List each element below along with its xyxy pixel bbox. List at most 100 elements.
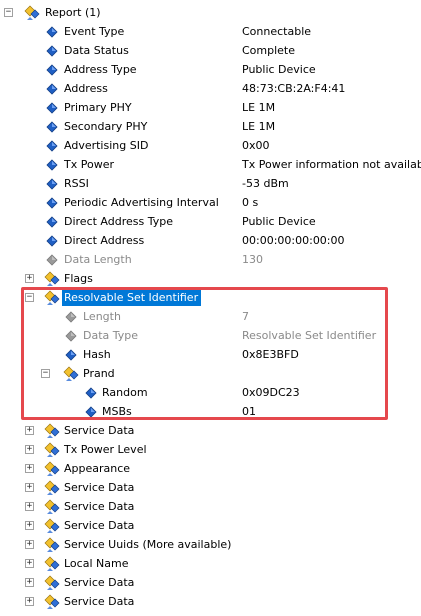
properties-folder-icon <box>44 461 60 477</box>
expand-toggle-icon[interactable]: + <box>25 426 34 435</box>
tree-leaf-row[interactable]: Data Status Complete <box>0 41 421 60</box>
tree-leaf-row[interactable]: Primary PHY LE 1M <box>0 98 421 117</box>
tree-leaf-row[interactable]: Secondary PHY LE 1M <box>0 117 421 136</box>
tree-item-value: 0x8E3BFD <box>242 348 299 361</box>
field-diamond-icon <box>44 119 60 135</box>
tree-item-value: Resolvable Set Identifier <box>242 329 377 342</box>
tree-item-value: Connectable <box>242 25 312 38</box>
field-diamond-icon <box>44 138 60 154</box>
tree-leaf-row[interactable]: Tx Power Tx Power information not availab… <box>0 155 421 174</box>
field-diamond-icon <box>44 233 60 249</box>
tree-leaf-row[interactable]: Hash 0x8E3BFD <box>0 345 421 364</box>
tree-leaf-row[interactable]: Direct Address 00:00:00:00:00:00 <box>0 231 421 250</box>
properties-folder-icon <box>44 480 60 496</box>
field-diamond-icon <box>44 214 60 230</box>
tree-item-label: Service Data <box>64 595 135 608</box>
tree-node-row[interactable]: + Service Data <box>0 497 421 516</box>
tree-item-value: Tx Power information not available <box>242 158 421 171</box>
tree-leaf-row[interactable]: Direct Address Type Public Device <box>0 212 421 231</box>
tree-item-label: Direct Address <box>64 234 145 247</box>
tree-node-row[interactable]: − Prand <box>0 364 421 383</box>
tree-item-label: Address <box>64 82 108 95</box>
properties-folder-icon <box>44 290 60 306</box>
tree-item-label: Event Type <box>64 25 125 38</box>
properties-folder-icon <box>63 366 79 382</box>
properties-folder-icon <box>44 518 60 534</box>
tree-leaf-row[interactable]: Periodic Advertising Interval 0 s <box>0 193 421 212</box>
properties-folder-icon <box>44 271 60 287</box>
tree-node-row[interactable]: + Service Data <box>0 478 421 497</box>
tree-item-label: Service Data <box>64 519 135 532</box>
tree-item-label: Service Data <box>64 424 135 437</box>
tree-item-label: Data Length <box>64 253 132 266</box>
tree-item-label: Service Data <box>64 576 135 589</box>
tree-node-row[interactable]: + Service Data <box>0 516 421 535</box>
properties-folder-icon <box>44 423 60 439</box>
expand-toggle-icon[interactable]: + <box>25 483 34 492</box>
expand-toggle-icon[interactable]: + <box>25 502 34 511</box>
tree-item-value: 01 <box>242 405 256 418</box>
expand-toggle-icon[interactable]: + <box>25 559 34 568</box>
tree-node-row[interactable]: + Appearance <box>0 459 421 478</box>
tree-item-value: 00:00:00:00:00:00 <box>242 234 345 247</box>
tree-item-label: Address Type <box>64 63 137 76</box>
field-diamond-icon <box>44 157 60 173</box>
tree-node-row[interactable]: + Service Data <box>0 421 421 440</box>
expand-toggle-icon[interactable]: + <box>25 597 34 606</box>
tree-item-label: Local Name <box>64 557 129 570</box>
tree-leaf-row[interactable]: Data Type Resolvable Set Identifier <box>0 326 421 345</box>
tree-item-label: MSBs <box>102 405 132 418</box>
tree-item-value: 0x09DC23 <box>242 386 300 399</box>
expand-toggle-icon[interactable]: + <box>25 464 34 473</box>
tree-node-row[interactable]: − Report (1) <box>0 3 421 22</box>
collapse-toggle-icon[interactable]: − <box>41 369 50 378</box>
tree-node-row[interactable]: + Local Name <box>0 554 421 573</box>
properties-folder-icon <box>24 5 40 21</box>
field-diamond-icon <box>63 347 79 363</box>
tree-leaf-row[interactable]: Address 48:73:CB:2A:F4:41 <box>0 79 421 98</box>
properties-folder-icon <box>44 594 60 610</box>
tree-leaf-row[interactable]: Advertising SID 0x00 <box>0 136 421 155</box>
tree-leaf-row[interactable]: RSSI -53 dBm <box>0 174 421 193</box>
tree-item-label: Primary PHY <box>64 101 132 114</box>
properties-folder-icon <box>44 556 60 572</box>
tree-leaf-row[interactable]: Address Type Public Device <box>0 60 421 79</box>
field-diamond-icon <box>44 81 60 97</box>
tree-leaf-row[interactable]: MSBs 01 <box>0 402 421 421</box>
tree-item-label: RSSI <box>64 177 89 190</box>
tree-node-row[interactable]: + Service Uuids (More available) <box>0 535 421 554</box>
tree-leaf-row[interactable]: Event Type Connectable <box>0 22 421 41</box>
tree-item-label: Report (1) <box>45 6 101 19</box>
expand-toggle-icon[interactable]: + <box>25 445 34 454</box>
field-diamond-icon <box>83 385 99 401</box>
tree-item-value: 0 s <box>242 196 259 209</box>
collapse-toggle-icon[interactable]: − <box>4 8 13 17</box>
field-diamond-icon <box>44 43 60 59</box>
tree-node-row[interactable]: + Flags <box>0 269 421 288</box>
tree-item-value: Complete <box>242 44 296 57</box>
expand-toggle-icon[interactable]: + <box>25 578 34 587</box>
field-diamond-icon <box>63 328 79 344</box>
tree-item-value: Public Device <box>242 215 316 228</box>
packet-detail-tree[interactable]: − Report (1) Event Type Connectable Data … <box>0 0 421 609</box>
expand-toggle-icon[interactable]: + <box>25 540 34 549</box>
tree-node-row[interactable]: + Service Data <box>0 573 421 592</box>
tree-node-row[interactable]: + Tx Power Level <box>0 440 421 459</box>
tree-item-label: Random <box>102 386 148 399</box>
tree-node-row[interactable]: + Service Data <box>0 592 421 611</box>
expand-toggle-icon[interactable]: + <box>25 521 34 530</box>
expand-toggle-icon[interactable]: + <box>25 274 34 283</box>
properties-folder-icon <box>44 537 60 553</box>
tree-leaf-row[interactable]: Data Length 130 <box>0 250 421 269</box>
tree-item-value: -53 dBm <box>242 177 289 190</box>
tree-item-value: LE 1M <box>242 101 276 114</box>
tree-node-row[interactable]: − Resolvable Set Identifier <box>0 288 421 307</box>
tree-leaf-row[interactable]: Length 7 <box>0 307 421 326</box>
tree-item-label: Service Data <box>64 481 135 494</box>
field-diamond-icon <box>44 100 60 116</box>
field-diamond-icon <box>44 24 60 40</box>
tree-leaf-row[interactable]: Random 0x09DC23 <box>0 383 421 402</box>
field-diamond-icon <box>44 252 60 268</box>
collapse-toggle-icon[interactable]: − <box>25 293 34 302</box>
tree-item-label: Service Data <box>64 500 135 513</box>
